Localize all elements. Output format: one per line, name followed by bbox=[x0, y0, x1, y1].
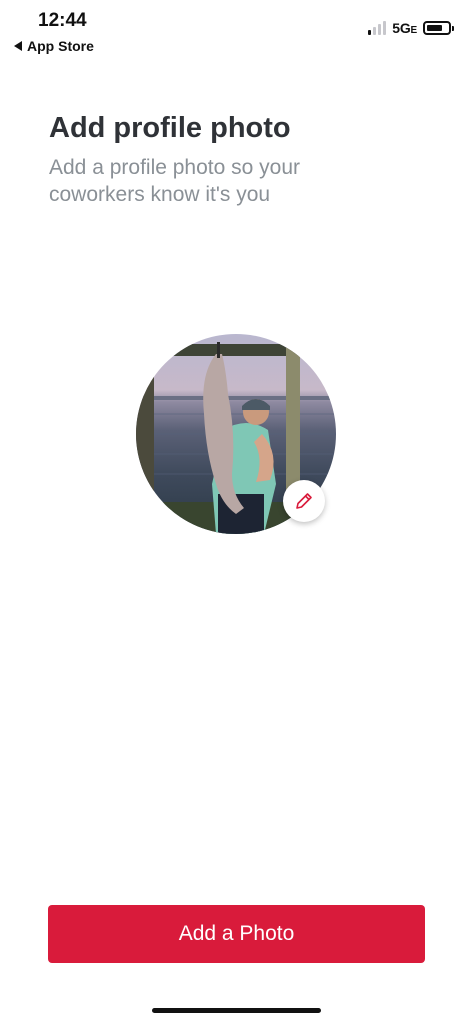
page-subtitle: Add a profile photo so your coworkers kn… bbox=[49, 156, 300, 206]
add-photo-button[interactable]: Add a Photo bbox=[48, 905, 425, 963]
status-time: 12:44 bbox=[38, 10, 87, 31]
back-to-app-store-link[interactable]: App Store bbox=[14, 38, 94, 54]
screen: 12:44 App Store 5GE Add profile photo Ad… bbox=[0, 0, 473, 1024]
pencil-icon bbox=[296, 493, 312, 509]
back-arrow-icon bbox=[14, 41, 22, 51]
profile-photo-container bbox=[136, 334, 336, 534]
home-indicator[interactable] bbox=[152, 1008, 321, 1013]
cellular-signal-icon bbox=[368, 21, 387, 35]
network-type: 5GE bbox=[392, 20, 417, 36]
back-to-app-store-label: App Store bbox=[27, 38, 94, 54]
status-indicators: 5GE bbox=[368, 20, 454, 36]
page-title: Add profile photo bbox=[49, 112, 291, 144]
battery-icon bbox=[423, 21, 454, 35]
edit-photo-button[interactable] bbox=[283, 480, 325, 522]
